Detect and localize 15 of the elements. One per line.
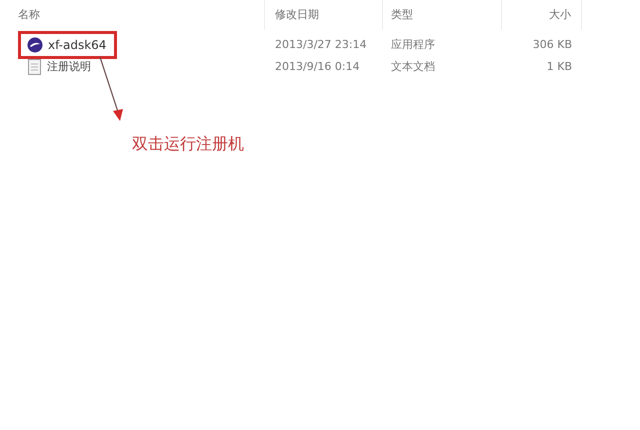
column-header[interactable]: 大小 bbox=[549, 6, 571, 24]
annotation-text: 双击运行注册机 bbox=[132, 133, 244, 155]
date-cell-text: 2013/3/27 23:14 bbox=[275, 36, 367, 53]
column-header[interactable]: 名称 bbox=[18, 6, 40, 24]
size-cell-text: 306 KB bbox=[532, 36, 572, 53]
size-cell-text: 1 KB bbox=[546, 58, 572, 75]
file-name: 注册说明 bbox=[47, 58, 91, 75]
date-cell-text: 2013/9/16 0:14 bbox=[275, 58, 360, 75]
column-header[interactable]: 修改日期 bbox=[275, 6, 319, 24]
type-cell-text: 应用程序 bbox=[391, 36, 435, 53]
highlight-frame[interactable]: xf-adsk64 bbox=[18, 31, 117, 59]
file-name-cell[interactable]: 注册说明 bbox=[18, 58, 100, 76]
file-name: xf-adsk64 bbox=[48, 37, 106, 54]
type-cell-text: 文本文档 bbox=[391, 58, 435, 75]
column-header[interactable]: 类型 bbox=[391, 6, 413, 24]
